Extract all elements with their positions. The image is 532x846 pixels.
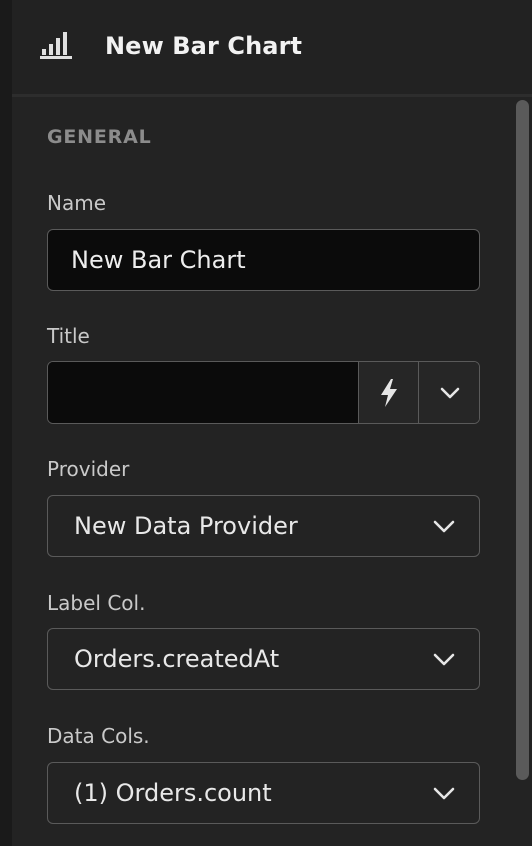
scrollbar-thumb[interactable] — [516, 100, 529, 780]
title-field-group — [47, 361, 480, 424]
properties-panel: New Bar Chart GENERAL Name New Bar Chart… — [0, 0, 532, 846]
provider-select[interactable]: New Data Provider — [47, 495, 480, 557]
title-input[interactable] — [48, 362, 358, 423]
label-col-select-value: Orders.createdAt — [74, 645, 280, 673]
section-heading-general: GENERAL — [47, 126, 152, 148]
panel-header: New Bar Chart — [12, 0, 532, 97]
title-label: Title — [47, 324, 90, 348]
label-col-select[interactable]: Orders.createdAt — [47, 628, 480, 690]
bar-chart-icon — [39, 30, 73, 64]
panel-title: New Bar Chart — [105, 32, 303, 60]
chevron-down-icon — [433, 785, 455, 801]
chevron-down-icon — [433, 651, 455, 667]
name-input[interactable]: New Bar Chart — [47, 229, 480, 291]
name-label: Name — [47, 191, 107, 215]
data-cols-select-value: (1) Orders.count — [74, 779, 272, 807]
provider-select-value: New Data Provider — [74, 512, 298, 540]
title-dropdown-button[interactable] — [418, 362, 479, 423]
provider-label: Provider — [47, 457, 130, 481]
data-cols-select[interactable]: (1) Orders.count — [47, 762, 480, 824]
dynamic-value-button[interactable] — [358, 362, 418, 423]
chevron-down-icon — [433, 518, 455, 534]
label-col-label: Label Col. — [47, 591, 146, 615]
data-cols-label: Data Cols. — [47, 724, 150, 748]
